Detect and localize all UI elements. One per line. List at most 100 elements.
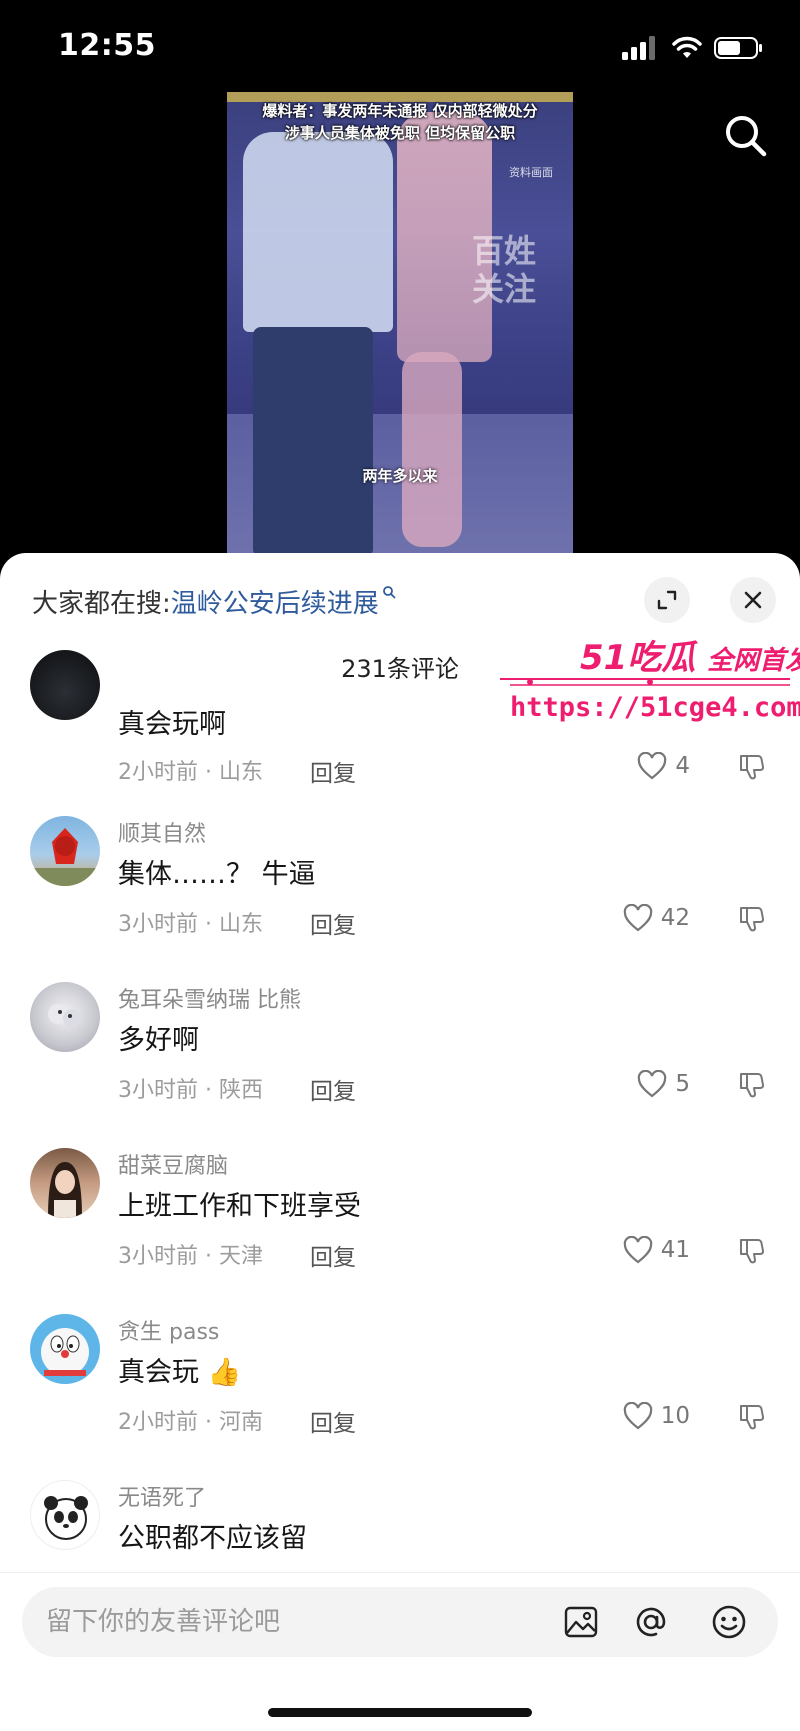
thumbs-down-icon[interactable] (736, 1236, 766, 1266)
battery-icon (714, 37, 762, 59)
thumbs-down-icon[interactable] (736, 1070, 766, 1100)
video-subtitle: 两年多以来 (362, 467, 438, 485)
video-player[interactable]: 爆料者：事发两年未通报 仅内部轻微处分 涉事人员集体被免职 但均保留公职 资料画… (227, 92, 573, 554)
like-button[interactable]: 41 (623, 1236, 690, 1264)
comment-location: 河南 (218, 1410, 263, 1435)
like-count: 41 (660, 1237, 690, 1263)
search-button[interactable] (722, 112, 770, 160)
avatar-image (48, 1004, 81, 1027)
comment-input[interactable] (46, 1587, 526, 1657)
thumbs-down-icon[interactable] (736, 1402, 766, 1432)
comment-time: 2小时前 (118, 1410, 198, 1435)
comment-location: 山东 (218, 912, 263, 937)
reply-button[interactable]: 回复 (310, 1404, 356, 1438)
comment-username[interactable]: 兔耳朵雪纳瑞 比熊 (118, 982, 301, 1014)
heart-icon (638, 1070, 667, 1098)
comment-item: 顺其自然 集体……？ 牛逼 3小时前 · 山东 回复 42 (0, 812, 800, 972)
close-button[interactable] (730, 577, 776, 623)
heart-icon (638, 752, 667, 780)
video-watermark: 百姓关注 (472, 232, 537, 308)
avatar[interactable] (30, 816, 100, 886)
video-figure-2-legs (402, 352, 462, 547)
hot-search-term[interactable]: 温岭公安后续进展 (171, 583, 379, 620)
comment-input-container[interactable] (22, 1587, 778, 1657)
emoji-icon[interactable] (710, 1603, 748, 1641)
comment-text: 多好啊 (118, 1025, 199, 1056)
avatar[interactable] (30, 1148, 100, 1218)
close-icon (744, 591, 762, 609)
avatar-image (48, 1162, 82, 1218)
comment-meta: 2小时前 · 河南 (118, 1410, 263, 1435)
comment-username[interactable]: 贪生 pass (118, 1314, 219, 1346)
thumbs-down-icon[interactable] (736, 904, 766, 934)
comment-location: 天津 (218, 1244, 263, 1269)
promo-brand: 51吃瓜 (580, 638, 696, 678)
comment-username[interactable]: 无语死了 (118, 1480, 206, 1512)
hot-search[interactable]: 大家都在搜: 温岭公安后续进展 (32, 583, 396, 620)
signal-icon (622, 36, 655, 60)
small-search-icon (382, 585, 396, 598)
video-headline: 爆料者：事发两年未通报 仅内部轻微处分 涉事人员集体被免职 但均保留公职 (227, 100, 573, 144)
reply-button[interactable]: 回复 (310, 1238, 356, 1272)
expand-icon (657, 590, 677, 610)
comment-username[interactable]: 顺其自然 (118, 816, 206, 848)
heart-icon (623, 1236, 652, 1264)
thumbs-down-icon[interactable] (736, 752, 766, 782)
comment-meta: 3小时前 · 天津 (118, 1244, 263, 1269)
comment-text-body: 真会玩 (118, 1357, 199, 1388)
comment-item: 甜菜豆腐脑 上班工作和下班享受 3小时前 · 天津 回复 41 (0, 1144, 800, 1304)
comment-meta: 2小时前 · 山东 (118, 760, 263, 785)
avatar[interactable] (30, 982, 100, 1052)
heart-icon (623, 904, 652, 932)
comment-text: 集体……？ 牛逼 (118, 859, 316, 890)
like-count: 5 (675, 1071, 690, 1097)
comment-input-bar (0, 1572, 800, 1731)
at-icon[interactable] (632, 1603, 670, 1641)
like-button[interactable]: 4 (637, 752, 690, 780)
hot-search-prefix: 大家都在搜: (32, 589, 171, 619)
video-figure (243, 132, 393, 332)
like-count: 42 (660, 905, 690, 931)
status-icons (622, 36, 764, 60)
like-button[interactable]: 42 (623, 904, 690, 932)
reply-button[interactable]: 回复 (310, 1072, 356, 1106)
expand-button[interactable] (644, 577, 690, 623)
avatar[interactable] (30, 1480, 100, 1550)
avatar[interactable] (30, 1314, 100, 1384)
thumbs-up-emoji: 👍 (207, 1357, 242, 1388)
comment-text: 真会玩啊 (118, 709, 226, 740)
comment-meta: 3小时前 · 陕西 (118, 1078, 263, 1103)
video-figure-legs (253, 327, 373, 554)
status-time: 12:55 (58, 28, 156, 63)
image-icon[interactable] (562, 1603, 600, 1641)
promo-slogan: 全网首发 (707, 646, 800, 676)
avatar[interactable] (30, 650, 100, 720)
app-screen: 12:55 爆料者：事发两年未通报 仅内部轻微处分 涉事人员集体被免职 但均保留 (0, 0, 800, 1731)
avatar-image (30, 828, 100, 886)
heart-icon (623, 1402, 652, 1430)
video-source-tag: 资料画面 (509, 166, 553, 179)
comment-item: 兔耳朵雪纳瑞 比熊 多好啊 3小时前 · 陕西 回复 5 (0, 978, 800, 1138)
like-button[interactable]: 10 (623, 1402, 690, 1430)
comment-meta: 3小时前 · 山东 (118, 912, 263, 937)
video-headline-line1: 爆料者：事发两年未通报 仅内部轻微处分 (262, 102, 538, 120)
comment-location: 山东 (218, 760, 263, 785)
search-icon (726, 116, 767, 157)
promo-lines (500, 678, 790, 686)
avatar-image (41, 1328, 89, 1376)
comment-username[interactable]: 甜菜豆腐脑 (118, 1148, 228, 1180)
comment-text: 上班工作和下班享受 (118, 1191, 361, 1222)
like-count: 10 (660, 1403, 690, 1429)
reply-button[interactable]: 回复 (310, 754, 356, 788)
home-indicator[interactable] (268, 1708, 532, 1717)
comment-time: 3小时前 (118, 1078, 198, 1103)
avatar-image (44, 1496, 88, 1540)
comment-time: 3小时前 (118, 912, 198, 937)
comment-location: 陕西 (218, 1078, 263, 1103)
like-button[interactable]: 5 (637, 1070, 690, 1098)
video-headline-line2: 涉事人员集体被免职 但均保留公职 (284, 124, 516, 142)
comment-item: 贪生 pass 真会玩 👍 2小时前 · 河南 回复 10 (0, 1310, 800, 1470)
reply-button[interactable]: 回复 (310, 906, 356, 940)
comment-time: 3小时前 (118, 1244, 198, 1269)
like-count: 4 (675, 753, 690, 779)
